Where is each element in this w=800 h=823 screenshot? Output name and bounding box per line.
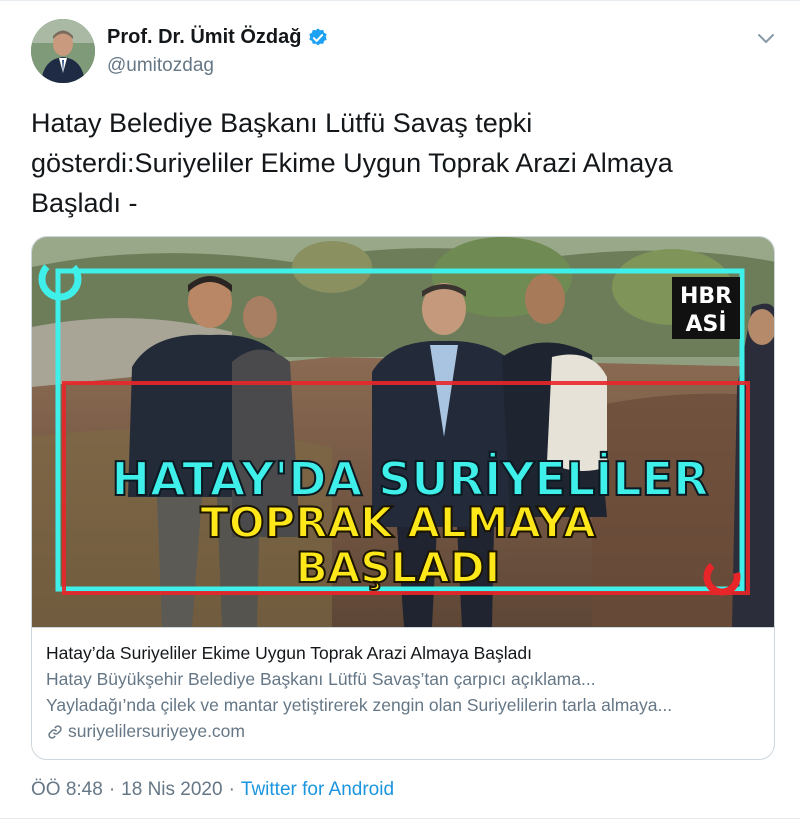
card-domain[interactable]: suriyelilersuriyeye.com (46, 718, 762, 744)
card-description-line: Yayladağı’nda çilek ve mantar yetiştirer… (46, 695, 673, 715)
tweet-date[interactable]: 18 Nis 2020 (121, 779, 222, 801)
chevron-down-icon[interactable] (752, 24, 780, 52)
meta-separator: · (108, 779, 116, 800)
card-description-line: Hatay Büyükşehir Belediye Başkanı Lütfü … (46, 669, 596, 689)
author-block[interactable]: Prof. Dr. Ümit Özdağ @umitozdag (107, 26, 329, 77)
top-divider (0, 0, 800, 1)
overlay-line-3: BAŞLADI (296, 543, 501, 592)
tweet-text-line: gösterdi:Suriyeliler Ekime Uygun Toprak … (31, 148, 673, 178)
handle[interactable]: @umitozdag (107, 55, 329, 77)
tweet-text-line: Başladı - (31, 188, 138, 218)
display-name[interactable]: Prof. Dr. Ümit Özdağ (107, 26, 301, 49)
overlay-line-2: TOPRAK ALMAYA (200, 498, 596, 547)
link-icon (46, 722, 64, 740)
meta-separator: · (228, 779, 235, 800)
tweet-source-link[interactable]: Twitter for Android (241, 779, 394, 801)
card-title[interactable]: Hatay’da Suriyeliler Ekime Uygun Toprak … (46, 640, 762, 666)
bottom-divider (0, 818, 800, 819)
tweet-meta: ÖÖ 8:48 · 18 Nis 2020 · Twitter for Andr… (31, 779, 394, 801)
tweet-time[interactable]: ÖÖ 8:48 (31, 779, 103, 801)
avatar[interactable] (31, 19, 95, 83)
card-image[interactable]: HBR ASİ HATAY'DA SURİYELİLER TOPRAK ALMA… (32, 237, 774, 627)
tweet-text: Hatay Belediye Başkanı Lütfü Savaş tepki… (31, 103, 761, 223)
card-description: Hatay Büyükşehir Belediye Başkanı Lütfü … (46, 666, 762, 718)
verified-badge-icon (307, 27, 329, 49)
tweet-text-line: Hatay Belediye Başkanı Lütfü Savaş tepki (31, 108, 533, 138)
link-card[interactable]: HBR ASİ HATAY'DA SURİYELİLER TOPRAK ALMA… (31, 236, 775, 760)
logo-top-text: HBR (680, 284, 732, 309)
card-domain-text[interactable]: suriyelilersuriyeye.com (68, 718, 245, 744)
logo-bottom-text: ASİ (685, 311, 726, 337)
card-body[interactable]: Hatay’da Suriyeliler Ekime Uygun Toprak … (32, 627, 774, 759)
